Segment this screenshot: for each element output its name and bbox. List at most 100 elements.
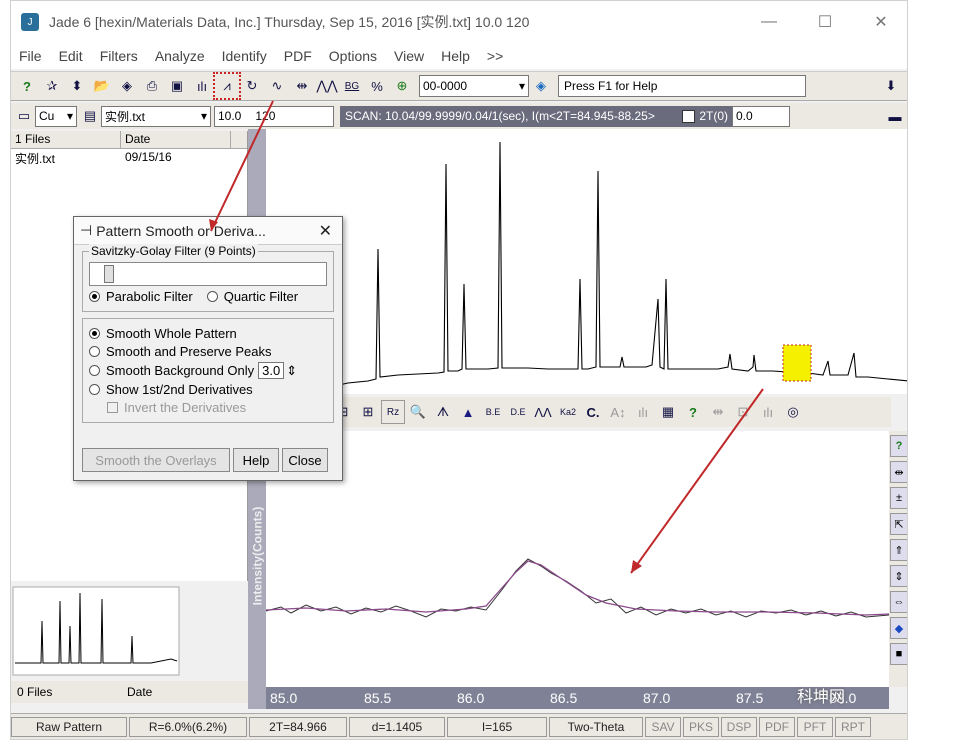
file-combo[interactable]: 实例.txt ▾ bbox=[101, 105, 211, 127]
file-count-2[interactable]: 0 Files bbox=[11, 685, 121, 699]
percent-icon[interactable]: % bbox=[365, 74, 389, 98]
peak-fit-icon[interactable]: ᗑ bbox=[431, 400, 455, 424]
quartic-radio[interactable]: Quartic Filter bbox=[206, 289, 298, 304]
smooth-icon[interactable]: ⩘ bbox=[213, 72, 241, 100]
pdf-number-combo[interactable]: 00-0000 ▾ bbox=[419, 75, 529, 97]
help-icon[interactable]: ? bbox=[15, 74, 39, 98]
pdf-number-value: 00-0000 bbox=[423, 79, 468, 93]
wave-icon[interactable]: ∿ bbox=[265, 74, 289, 98]
smooth-whole-radio[interactable]: Smooth Whole Pattern bbox=[89, 326, 327, 341]
filter-group-caption: Savitzky-Golay Filter (9 Points) bbox=[89, 244, 258, 258]
date-column-2[interactable]: Date bbox=[121, 685, 158, 699]
print-icon[interactable]: ⎙ bbox=[140, 74, 164, 98]
dialog-title: Pattern Smooth or Deriva... bbox=[96, 222, 266, 239]
invert-checkbox[interactable]: Invert the Derivatives bbox=[107, 400, 327, 415]
up-icon[interactable]: ⇑ bbox=[890, 539, 907, 561]
stop-icon[interactable]: ■ bbox=[890, 643, 907, 665]
range-field[interactable]: 10.0 120 bbox=[214, 105, 334, 127]
grid-icon[interactable]: ▦ bbox=[656, 400, 680, 424]
status-pks[interactable]: PKS bbox=[683, 716, 719, 737]
filled-peak-icon[interactable]: ▲ bbox=[456, 400, 480, 424]
panel-toggle-icon[interactable]: ▬ bbox=[885, 106, 905, 126]
peaks-icon[interactable]: ⋀⋀ bbox=[315, 74, 339, 98]
cycle-icon[interactable]: ↻ bbox=[240, 74, 264, 98]
leftright-icon[interactable]: ⇔ bbox=[890, 591, 907, 613]
menu-more[interactable]: >> bbox=[487, 48, 503, 64]
be-icon[interactable]: B.E bbox=[481, 400, 505, 424]
file-count-header[interactable]: 1 Files bbox=[11, 131, 121, 148]
maximize-button[interactable]: ☐ bbox=[797, 1, 853, 43]
updown-icon-2[interactable]: ⇕ bbox=[890, 565, 907, 587]
slider-thumb[interactable] bbox=[104, 265, 114, 283]
parabolic-radio[interactable]: Parabolic Filter bbox=[89, 289, 193, 304]
help-icon-2[interactable]: ? bbox=[681, 400, 705, 424]
menu-file[interactable]: File bbox=[19, 48, 42, 64]
de-icon[interactable]: D.E bbox=[506, 400, 530, 424]
menu-edit[interactable]: Edit bbox=[59, 48, 83, 64]
menu-analyze[interactable]: Analyze bbox=[155, 48, 205, 64]
frame-icon[interactable]: ⊡ bbox=[731, 400, 755, 424]
menu-help[interactable]: Help bbox=[441, 48, 470, 64]
list-item[interactable]: 实例.txt 09/15/16 bbox=[11, 149, 247, 168]
bg-icon[interactable]: BG bbox=[340, 74, 364, 98]
smooth-background-radio[interactable]: Smooth Background Only 3.0 ⇕ bbox=[89, 362, 327, 379]
diamond-icon[interactable]: ◈ bbox=[115, 74, 139, 98]
open-folder-icon[interactable]: 📂 bbox=[90, 74, 114, 98]
help-icon-3[interactable]: ? bbox=[890, 435, 907, 457]
smooth-overlays-button[interactable]: Smooth the Overlays bbox=[82, 448, 230, 472]
expand-icon[interactable]: ⇱ bbox=[890, 513, 907, 535]
close-dialog-button[interactable]: Close bbox=[282, 448, 328, 472]
overview-thumbnail[interactable] bbox=[11, 581, 248, 681]
status-sav[interactable]: SAV bbox=[645, 716, 681, 737]
menu-pdf[interactable]: PDF bbox=[284, 48, 312, 64]
dialog-close-icon[interactable]: ✕ bbox=[319, 221, 332, 241]
background-value-input[interactable]: 3.0 bbox=[258, 362, 285, 379]
zoom-in-icon[interactable]: ⊞ bbox=[356, 400, 380, 424]
twotheta-offset-input[interactable]: 0.0 bbox=[732, 105, 790, 127]
magnifier-icon[interactable]: 🔍 bbox=[406, 400, 430, 424]
pan-icon-2[interactable]: ⇹ bbox=[890, 461, 907, 483]
folder-icon[interactable]: ▭ bbox=[14, 106, 34, 126]
star-icon[interactable]: ✰ bbox=[40, 74, 64, 98]
status-rpt[interactable]: RPT bbox=[835, 716, 871, 737]
spinner-icon[interactable]: ⇕ bbox=[286, 363, 297, 379]
smooth-preserve-radio[interactable]: Smooth and Preserve Peaks bbox=[89, 344, 327, 359]
bars-icon[interactable]: ılı bbox=[190, 74, 214, 98]
status-pft[interactable]: PFT bbox=[797, 716, 833, 737]
c-icon[interactable]: C. bbox=[581, 400, 605, 424]
anode-combo[interactable]: Cu ▾ bbox=[35, 105, 77, 127]
menu-identify[interactable]: Identify bbox=[222, 48, 267, 64]
target-icon[interactable]: ◎ bbox=[781, 400, 805, 424]
zoom-pattern-chart[interactable] bbox=[265, 431, 890, 687]
close-button[interactable]: ✕ bbox=[853, 1, 907, 43]
minimize-button[interactable]: — bbox=[741, 1, 797, 43]
updown-icon[interactable]: ⬍ bbox=[65, 74, 89, 98]
globe-icon[interactable]: ⊕ bbox=[390, 74, 414, 98]
pan-icon[interactable]: ⇹ bbox=[706, 400, 730, 424]
arrows-icon[interactable]: ⇹ bbox=[290, 74, 314, 98]
save-icon[interactable]: ▣ bbox=[165, 74, 189, 98]
status-pdf[interactable]: PDF bbox=[759, 716, 795, 737]
twotheta-checkbox[interactable] bbox=[682, 109, 696, 123]
main-pattern-chart[interactable] bbox=[248, 129, 907, 394]
date-column-header[interactable]: Date bbox=[121, 131, 231, 148]
status-dsp[interactable]: DSP bbox=[721, 716, 757, 737]
peaks-icon-2[interactable]: ΛΛ bbox=[531, 400, 555, 424]
document-icon[interactable]: ▤ bbox=[80, 106, 100, 126]
diamond-icon-2[interactable]: ◆ bbox=[890, 617, 907, 639]
down-arrow-icon[interactable]: ⬇ bbox=[879, 74, 903, 98]
derivatives-radio[interactable]: Show 1st/2nd Derivatives bbox=[89, 382, 327, 397]
menu-view[interactable]: View bbox=[394, 48, 424, 64]
ka2-icon[interactable]: Ka2 bbox=[556, 400, 580, 424]
pdf-search-icon[interactable]: ◈ bbox=[529, 74, 553, 98]
menu-options[interactable]: Options bbox=[329, 48, 377, 64]
filter-points-slider[interactable] bbox=[89, 262, 327, 286]
bars-icon-2[interactable]: ılı bbox=[631, 400, 655, 424]
help-button[interactable]: Help bbox=[233, 448, 279, 472]
menu-filters[interactable]: Filters bbox=[100, 48, 138, 64]
scale-icon[interactable]: A↕ bbox=[606, 400, 630, 424]
plus-minus-icon[interactable]: ± bbox=[890, 487, 907, 509]
dialog-title-bar[interactable]: ⊣ Pattern Smooth or Deriva... ✕ bbox=[74, 217, 342, 245]
bars-icon-3[interactable]: ılı bbox=[756, 400, 780, 424]
cursor-rz-icon[interactable]: Rz bbox=[381, 400, 405, 424]
